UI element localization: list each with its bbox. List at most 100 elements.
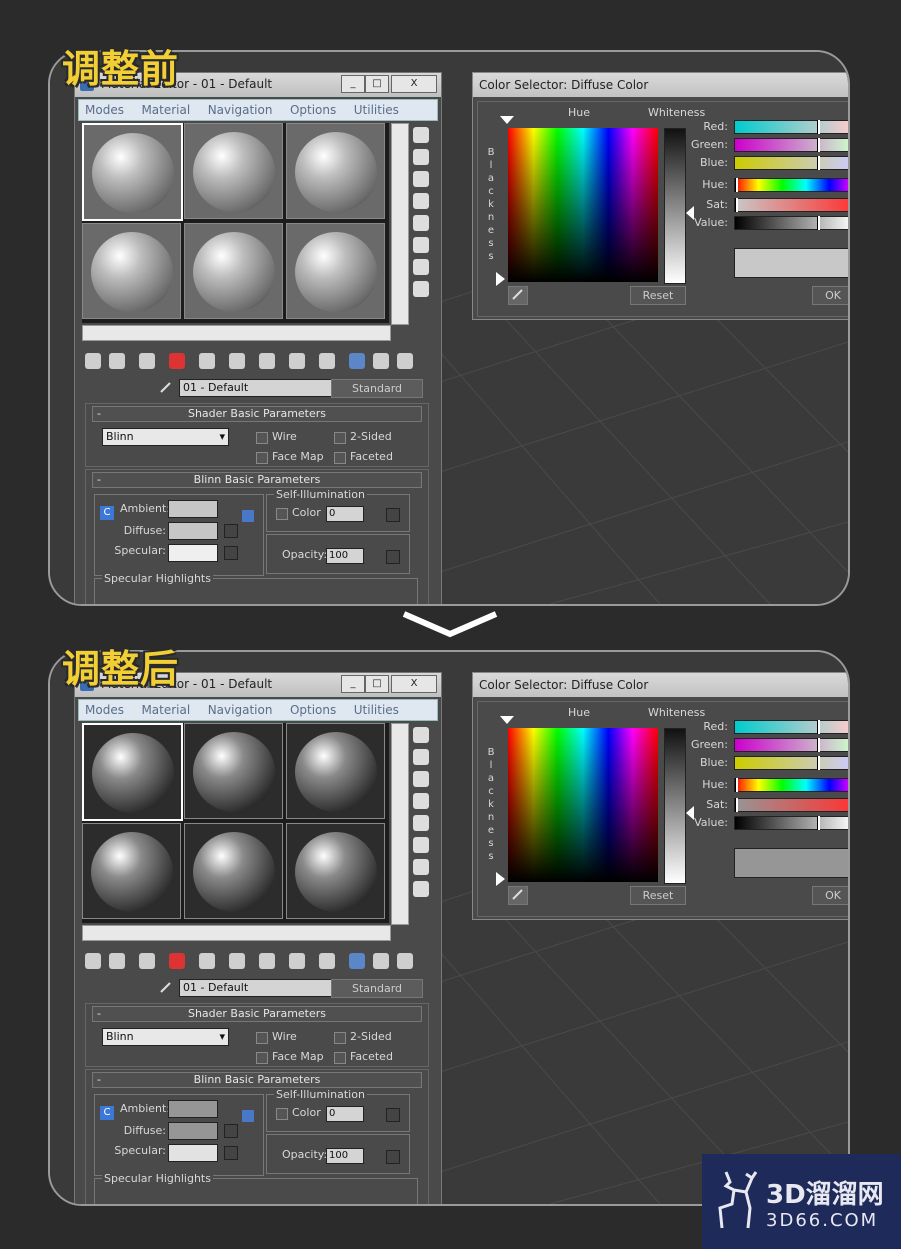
diffuse-map-button[interactable] (224, 1124, 238, 1138)
diffuse-map-button[interactable] (224, 524, 238, 538)
material-type-button[interactable]: Standard (331, 379, 423, 398)
lock-icon[interactable] (242, 1110, 254, 1122)
opacity-map-button[interactable] (386, 1150, 400, 1164)
lock-ambient-diffuse-button[interactable]: C (100, 506, 114, 520)
minimize-button[interactable]: _ (341, 75, 365, 93)
color-selector-titlebar[interactable]: Color Selector: Diffuse Color (473, 73, 848, 97)
sample-slot[interactable] (184, 723, 283, 819)
make-preview-icon[interactable] (413, 237, 429, 253)
ok-button[interactable]: OK (812, 886, 848, 905)
sample-slot[interactable] (286, 223, 385, 319)
minimize-button[interactable]: _ (341, 675, 365, 693)
faceted-checkbox[interactable] (334, 452, 346, 464)
eyedropper-icon[interactable] (159, 980, 173, 994)
value-slider[interactable] (734, 816, 848, 830)
sample-slot[interactable] (82, 123, 183, 221)
put-to-scene-icon[interactable] (109, 953, 125, 969)
hue-blackness-picker[interactable] (508, 128, 658, 282)
menu-options[interactable]: Options (290, 100, 336, 120)
hue-slider[interactable] (734, 778, 848, 792)
sample-slot[interactable] (184, 823, 283, 919)
maximize-button[interactable]: □ (365, 675, 389, 693)
eyedropper-button[interactable] (508, 886, 528, 905)
uv-tiling-icon[interactable] (413, 793, 429, 809)
copy-material-icon[interactable] (199, 953, 215, 969)
opacity-spinner[interactable]: 100 (326, 1148, 364, 1164)
self-illum-map-button[interactable] (386, 508, 400, 522)
shader-rollout-header[interactable]: - Shader Basic Parameters (92, 406, 422, 422)
put-to-scene-icon[interactable] (109, 353, 125, 369)
specular-map-button[interactable] (224, 1146, 238, 1160)
self-illum-color-checkbox[interactable] (276, 508, 288, 520)
face-map-checkbox[interactable] (256, 1052, 268, 1064)
shader-dropdown[interactable]: Blinn ▾ (102, 1028, 229, 1046)
two-sided-checkbox[interactable] (334, 1032, 346, 1044)
material-id-icon[interactable] (289, 353, 305, 369)
blinn-rollout-header[interactable]: - Blinn Basic Parameters (92, 472, 422, 488)
sample-slot[interactable] (82, 823, 181, 919)
material-name-field[interactable]: 01 - Default (179, 979, 332, 997)
hue-blackness-picker[interactable] (508, 728, 658, 882)
face-map-checkbox[interactable] (256, 452, 268, 464)
self-illum-map-button[interactable] (386, 1108, 400, 1122)
menu-options[interactable]: Options (290, 700, 336, 720)
hue-pointer-icon[interactable] (500, 116, 514, 126)
diffuse-color-swatch[interactable] (168, 1122, 218, 1140)
sample-slot[interactable] (286, 823, 385, 919)
menu-navigation[interactable]: Navigation (208, 700, 273, 720)
material-type-button[interactable]: Standard (331, 979, 423, 998)
reset-map-icon[interactable] (169, 953, 185, 969)
options-icon[interactable] (413, 259, 429, 275)
reset-button[interactable]: Reset (630, 286, 686, 305)
opacity-spinner[interactable]: 100 (326, 548, 364, 564)
slots-horizontal-scrollbar[interactable] (82, 925, 391, 941)
slots-vertical-scrollbar[interactable] (391, 123, 409, 325)
close-button[interactable]: X (391, 675, 437, 693)
make-preview-icon[interactable] (413, 837, 429, 853)
maximize-button[interactable]: □ (365, 75, 389, 93)
menu-utilities[interactable]: Utilities (354, 100, 399, 120)
self-illum-spinner[interactable]: 0 (326, 1106, 364, 1122)
hue-pointer-icon[interactable] (500, 716, 514, 726)
sat-slider[interactable] (734, 798, 848, 812)
red-slider[interactable] (734, 720, 848, 734)
assign-material-icon[interactable] (139, 953, 155, 969)
menu-modes[interactable]: Modes (85, 100, 124, 120)
show-map-icon[interactable] (319, 953, 335, 969)
color-selector-titlebar[interactable]: Color Selector: Diffuse Color (473, 673, 848, 697)
lock-ambient-diffuse-button[interactable]: C (100, 1106, 114, 1120)
color-selector-window[interactable]: Color Selector: Diffuse Color Hue Whiten… (472, 72, 848, 320)
background-icon[interactable] (413, 171, 429, 187)
material-id-icon[interactable] (289, 953, 305, 969)
slots-horizontal-scrollbar[interactable] (82, 325, 391, 341)
wire-checkbox[interactable] (256, 1032, 268, 1044)
blackness-pointer-icon[interactable] (496, 872, 506, 886)
video-color-check-icon[interactable] (413, 815, 429, 831)
get-material-icon[interactable] (85, 953, 101, 969)
red-slider[interactable] (734, 120, 848, 134)
put-to-library-icon[interactable] (259, 353, 275, 369)
specular-color-swatch[interactable] (168, 544, 218, 562)
shader-dropdown[interactable]: Blinn ▾ (102, 428, 229, 446)
make-unique-icon[interactable] (229, 353, 245, 369)
green-slider[interactable] (734, 738, 848, 752)
reset-button[interactable]: Reset (630, 886, 686, 905)
self-illum-color-checkbox[interactable] (276, 1108, 288, 1120)
sample-slot[interactable] (286, 723, 385, 819)
go-to-parent-icon[interactable] (373, 353, 389, 369)
put-to-library-icon[interactable] (259, 953, 275, 969)
menu-material[interactable]: Material (141, 100, 190, 120)
hue-slider[interactable] (734, 178, 848, 192)
sample-type-icon[interactable] (413, 727, 429, 743)
specular-color-swatch[interactable] (168, 1144, 218, 1162)
select-by-material-icon[interactable] (413, 281, 429, 297)
make-unique-icon[interactable] (229, 953, 245, 969)
reset-map-icon[interactable] (169, 353, 185, 369)
blinn-rollout-header[interactable]: - Blinn Basic Parameters (92, 1072, 422, 1088)
go-forward-sibling-icon[interactable] (397, 353, 413, 369)
blackness-pointer-icon[interactable] (496, 272, 506, 286)
self-illum-spinner[interactable]: 0 (326, 506, 364, 522)
two-sided-checkbox[interactable] (334, 432, 346, 444)
uv-tiling-icon[interactable] (413, 193, 429, 209)
menu-navigation[interactable]: Navigation (208, 100, 273, 120)
